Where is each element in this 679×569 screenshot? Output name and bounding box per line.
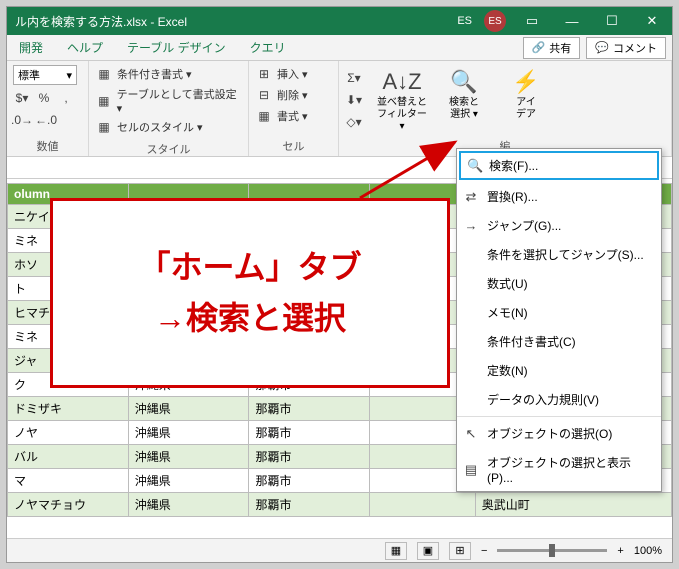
search-icon: 🔍 — [467, 158, 483, 174]
ideas-button[interactable]: ⚡ アイ デア — [499, 69, 553, 121]
menu-jump[interactable]: →ジャンプ(G)... — [457, 211, 661, 240]
zoom-slider[interactable] — [497, 549, 607, 552]
cell[interactable]: ノヤ — [8, 421, 129, 445]
format-icon: ▦ — [255, 107, 273, 125]
menu-selection-pane[interactable]: ▤オブジェクトの選択と表示(P)... — [457, 448, 661, 491]
pane-icon: ▤ — [463, 462, 479, 478]
find-select-button[interactable]: 🔍 検索と 選択 ▾ — [437, 69, 491, 121]
cell[interactable]: 那覇市 — [249, 493, 370, 517]
fill-icon[interactable]: ⬇▾ — [345, 91, 363, 109]
menu-select-objects[interactable]: ↖オブジェクトの選択(O) — [457, 419, 661, 448]
cell[interactable]: マ — [8, 469, 129, 493]
clear-icon[interactable]: ◇▾ — [345, 113, 363, 131]
table-format-icon: ▦ — [95, 92, 113, 110]
callout-line2: →検索と選択 — [154, 293, 346, 344]
menu-formula[interactable]: 数式(U) — [457, 269, 661, 298]
delete-button[interactable]: ⊟削除 ▾ — [255, 86, 332, 104]
cell[interactable]: 沖縄県 — [128, 493, 249, 517]
find-select-menu: 🔍検索(F)... ⇄置換(R)... →ジャンプ(G)... 条件を選択してジ… — [456, 148, 662, 492]
minimize-icon[interactable]: — — [552, 7, 592, 35]
group-label-styles: スタイル — [95, 139, 242, 157]
tab-help[interactable]: ヘルプ — [55, 35, 115, 60]
menu-search[interactable]: 🔍検索(F)... — [459, 151, 659, 180]
comma-icon[interactable]: , — [57, 89, 75, 107]
es-indicator: ES — [451, 15, 478, 27]
goto-icon: → — [463, 218, 479, 233]
group-label-cells: セル — [255, 136, 332, 154]
cell[interactable]: 那覇市 — [249, 397, 370, 421]
zoom-out-button[interactable]: − — [481, 545, 487, 557]
annotation-callout: 「ホーム」タブ →検索と選択 — [50, 198, 450, 388]
cell[interactable]: バル — [8, 445, 129, 469]
ribbon-display-icon[interactable]: ▭ — [512, 7, 552, 35]
statusbar: ▦ ▣ ⊞ − + 100% — [7, 538, 672, 562]
titlebar: ル内を検索する方法.xlsx - Excel ES ES ▭ — ☐ ✕ — [7, 7, 672, 35]
share-button[interactable]: 🔗共有 — [523, 37, 581, 59]
callout-line1: 「ホーム」タブ — [138, 242, 361, 293]
close-icon[interactable]: ✕ — [632, 7, 672, 35]
ribbon: 標準▾ $▾ % , .0→ ←.0 数値 ▦条件付き書式 ▾ ▦テーブルとして… — [7, 61, 672, 157]
table-row[interactable]: ノヤマチョウ沖縄県那覇市 奥武山町 — [8, 493, 672, 517]
cell[interactable]: 沖縄県 — [128, 421, 249, 445]
cell[interactable]: 沖縄県 — [128, 469, 249, 493]
group-label-number: 数値 — [13, 136, 82, 154]
cell[interactable]: 奥武山町 — [475, 493, 671, 517]
cell-styles-button[interactable]: ▦セルのスタイル ▾ — [95, 118, 242, 136]
page-break-view-icon[interactable]: ⊞ — [449, 542, 471, 560]
menu-memo[interactable]: メモ(N) — [457, 298, 661, 327]
normal-view-icon[interactable]: ▦ — [385, 542, 407, 560]
cell[interactable]: ノヤマチョウ — [8, 493, 129, 517]
zoom-level[interactable]: 100% — [634, 545, 662, 557]
decrease-decimal-icon[interactable]: ←.0 — [37, 111, 55, 129]
ideas-icon: ⚡ — [512, 69, 539, 95]
ribbon-tabs: 開発 ヘルプ テーブル デザイン クエリ 🔗共有 💬コメント — [7, 35, 672, 61]
insert-button[interactable]: ⊞挿入 ▾ — [255, 65, 332, 83]
tab-query[interactable]: クエリ — [238, 35, 298, 60]
cell[interactable]: 沖縄県 — [128, 397, 249, 421]
increase-decimal-icon[interactable]: .0→ — [13, 111, 31, 129]
format-button[interactable]: ▦書式 ▾ — [255, 107, 332, 125]
conditional-format-button[interactable]: ▦条件付き書式 ▾ — [95, 65, 242, 83]
cell[interactable] — [370, 493, 476, 517]
maximize-icon[interactable]: ☐ — [592, 7, 632, 35]
tab-developer[interactable]: 開発 — [7, 35, 55, 60]
menu-const[interactable]: 定数(N) — [457, 356, 661, 385]
cell[interactable]: 那覇市 — [249, 421, 370, 445]
menu-replace[interactable]: ⇄置換(R)... — [457, 182, 661, 211]
cell[interactable]: 那覇市 — [249, 469, 370, 493]
percent-icon[interactable]: % — [35, 89, 53, 107]
cell[interactable]: 沖縄県 — [128, 445, 249, 469]
sort-filter-button[interactable]: A↓Z 並べ替えと フィルター ▾ — [375, 69, 429, 133]
cell[interactable]: 那覇市 — [249, 445, 370, 469]
replace-icon: ⇄ — [463, 189, 479, 205]
user-avatar[interactable]: ES — [484, 10, 506, 32]
tab-table-design[interactable]: テーブル デザイン — [115, 35, 238, 60]
page-layout-view-icon[interactable]: ▣ — [417, 542, 439, 560]
menu-cond-jump[interactable]: 条件を選択してジャンプ(S)... — [457, 240, 661, 269]
autosum-icon[interactable]: Σ▾ — [345, 69, 363, 87]
search-icon: 🔍 — [450, 69, 477, 95]
insert-icon: ⊞ — [255, 65, 273, 83]
cell-style-icon: ▦ — [95, 118, 113, 136]
delete-icon: ⊟ — [255, 86, 273, 104]
pointer-icon: ↖ — [463, 426, 479, 442]
menu-condfmt[interactable]: 条件付き書式(C) — [457, 327, 661, 356]
share-icon: 🔗 — [532, 41, 546, 54]
cond-format-icon: ▦ — [95, 65, 113, 83]
comment-icon: 💬 — [595, 41, 609, 54]
comment-button[interactable]: 💬コメント — [586, 37, 666, 59]
cell[interactable]: ドミザキ — [8, 397, 129, 421]
number-format-select[interactable]: 標準▾ — [13, 65, 77, 85]
currency-icon[interactable]: $▾ — [13, 89, 31, 107]
zoom-in-button[interactable]: + — [617, 545, 623, 557]
sort-icon: A↓Z — [382, 69, 421, 95]
chevron-down-icon: ▾ — [66, 69, 72, 82]
menu-valid[interactable]: データの入力規則(V) — [457, 385, 661, 414]
window-title: ル内を検索する方法.xlsx - Excel — [7, 13, 451, 30]
format-as-table-button[interactable]: ▦テーブルとして書式設定 ▾ — [95, 86, 242, 115]
